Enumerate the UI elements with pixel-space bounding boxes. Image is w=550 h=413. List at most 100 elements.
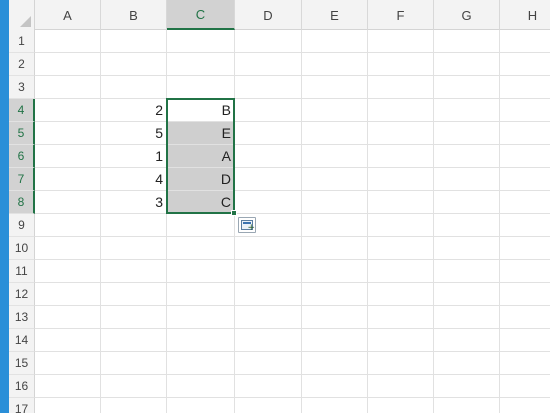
- row-header-5[interactable]: 5: [9, 122, 35, 145]
- cell-h16[interactable]: [500, 375, 550, 398]
- cell-b2[interactable]: [101, 53, 167, 76]
- cell-d11[interactable]: [235, 260, 302, 283]
- cell-d5[interactable]: [235, 122, 302, 145]
- cell-e7[interactable]: [302, 168, 368, 191]
- cell-c10[interactable]: [167, 237, 235, 260]
- cell-h15[interactable]: [500, 352, 550, 375]
- cell-d4[interactable]: [235, 99, 302, 122]
- cell-g17[interactable]: [434, 398, 500, 413]
- cell-h5[interactable]: [500, 122, 550, 145]
- row-header-16[interactable]: 16: [9, 375, 35, 398]
- cell-a17[interactable]: [35, 398, 101, 413]
- cell-g12[interactable]: [434, 283, 500, 306]
- row-header-3[interactable]: 3: [9, 76, 35, 99]
- cell-f8[interactable]: [368, 191, 434, 214]
- cell-b1[interactable]: [101, 30, 167, 53]
- column-header-d[interactable]: D: [235, 0, 302, 30]
- row-header-14[interactable]: 14: [9, 329, 35, 352]
- cell-e6[interactable]: [302, 145, 368, 168]
- cell-e2[interactable]: [302, 53, 368, 76]
- cell-d6[interactable]: [235, 145, 302, 168]
- cell-c1[interactable]: [167, 30, 235, 53]
- cell-g4[interactable]: [434, 99, 500, 122]
- cell-f6[interactable]: [368, 145, 434, 168]
- cell-h13[interactable]: [500, 306, 550, 329]
- cell-b7[interactable]: 4: [101, 168, 167, 191]
- cell-d14[interactable]: [235, 329, 302, 352]
- cell-b12[interactable]: [101, 283, 167, 306]
- cell-g1[interactable]: [434, 30, 500, 53]
- cell-e13[interactable]: [302, 306, 368, 329]
- cell-h17[interactable]: [500, 398, 550, 413]
- cell-a2[interactable]: [35, 53, 101, 76]
- cell-c2[interactable]: [167, 53, 235, 76]
- cell-g10[interactable]: [434, 237, 500, 260]
- cell-b16[interactable]: [101, 375, 167, 398]
- cell-h7[interactable]: [500, 168, 550, 191]
- cell-g11[interactable]: [434, 260, 500, 283]
- cell-e5[interactable]: [302, 122, 368, 145]
- cell-f1[interactable]: [368, 30, 434, 53]
- row-header-17[interactable]: 17: [9, 398, 35, 413]
- cell-a3[interactable]: [35, 76, 101, 99]
- cell-f5[interactable]: [368, 122, 434, 145]
- cell-g2[interactable]: [434, 53, 500, 76]
- spreadsheet-grid[interactable]: ABCDEFGH 1 2 3 4 2 B 5 5 E 6 1 A 7 4 D 8 3 C 9 10 11 12 13 14 15…: [9, 0, 550, 413]
- row-header-10[interactable]: 10: [9, 237, 35, 260]
- quick-analysis-icon[interactable]: +: [238, 217, 256, 233]
- column-header-b[interactable]: B: [101, 0, 167, 30]
- cell-f13[interactable]: [368, 306, 434, 329]
- cell-f4[interactable]: [368, 99, 434, 122]
- cell-h12[interactable]: [500, 283, 550, 306]
- cell-b4[interactable]: 2: [101, 99, 167, 122]
- cell-f16[interactable]: [368, 375, 434, 398]
- cell-a1[interactable]: [35, 30, 101, 53]
- cell-c13[interactable]: [167, 306, 235, 329]
- cell-c16[interactable]: [167, 375, 235, 398]
- cell-g13[interactable]: [434, 306, 500, 329]
- cell-b9[interactable]: [101, 214, 167, 237]
- column-header-e[interactable]: E: [302, 0, 368, 30]
- cell-a12[interactable]: [35, 283, 101, 306]
- cell-d3[interactable]: [235, 76, 302, 99]
- cell-e10[interactable]: [302, 237, 368, 260]
- cell-c9[interactable]: [167, 214, 235, 237]
- cell-f14[interactable]: [368, 329, 434, 352]
- cell-c14[interactable]: [167, 329, 235, 352]
- cell-a15[interactable]: [35, 352, 101, 375]
- cell-e1[interactable]: [302, 30, 368, 53]
- cell-b3[interactable]: [101, 76, 167, 99]
- cell-g6[interactable]: [434, 145, 500, 168]
- cell-d2[interactable]: [235, 53, 302, 76]
- cell-h9[interactable]: [500, 214, 550, 237]
- cell-d1[interactable]: [235, 30, 302, 53]
- cell-c15[interactable]: [167, 352, 235, 375]
- cell-f12[interactable]: [368, 283, 434, 306]
- cell-e9[interactable]: [302, 214, 368, 237]
- cell-f10[interactable]: [368, 237, 434, 260]
- cell-h10[interactable]: [500, 237, 550, 260]
- cell-e11[interactable]: [302, 260, 368, 283]
- cell-a10[interactable]: [35, 237, 101, 260]
- cell-f9[interactable]: [368, 214, 434, 237]
- cell-b15[interactable]: [101, 352, 167, 375]
- cell-d13[interactable]: [235, 306, 302, 329]
- cell-a14[interactable]: [35, 329, 101, 352]
- row-header-13[interactable]: 13: [9, 306, 35, 329]
- row-header-15[interactable]: 15: [9, 352, 35, 375]
- cell-d15[interactable]: [235, 352, 302, 375]
- cell-h3[interactable]: [500, 76, 550, 99]
- cell-a11[interactable]: [35, 260, 101, 283]
- cell-h6[interactable]: [500, 145, 550, 168]
- cell-f3[interactable]: [368, 76, 434, 99]
- cell-a16[interactable]: [35, 375, 101, 398]
- cell-d12[interactable]: [235, 283, 302, 306]
- cell-c17[interactable]: [167, 398, 235, 413]
- row-header-8[interactable]: 8: [9, 191, 35, 214]
- cell-h2[interactable]: [500, 53, 550, 76]
- cell-a4[interactable]: [35, 99, 101, 122]
- cell-f2[interactable]: [368, 53, 434, 76]
- cell-c3[interactable]: [167, 76, 235, 99]
- cell-b8[interactable]: 3: [101, 191, 167, 214]
- cell-h1[interactable]: [500, 30, 550, 53]
